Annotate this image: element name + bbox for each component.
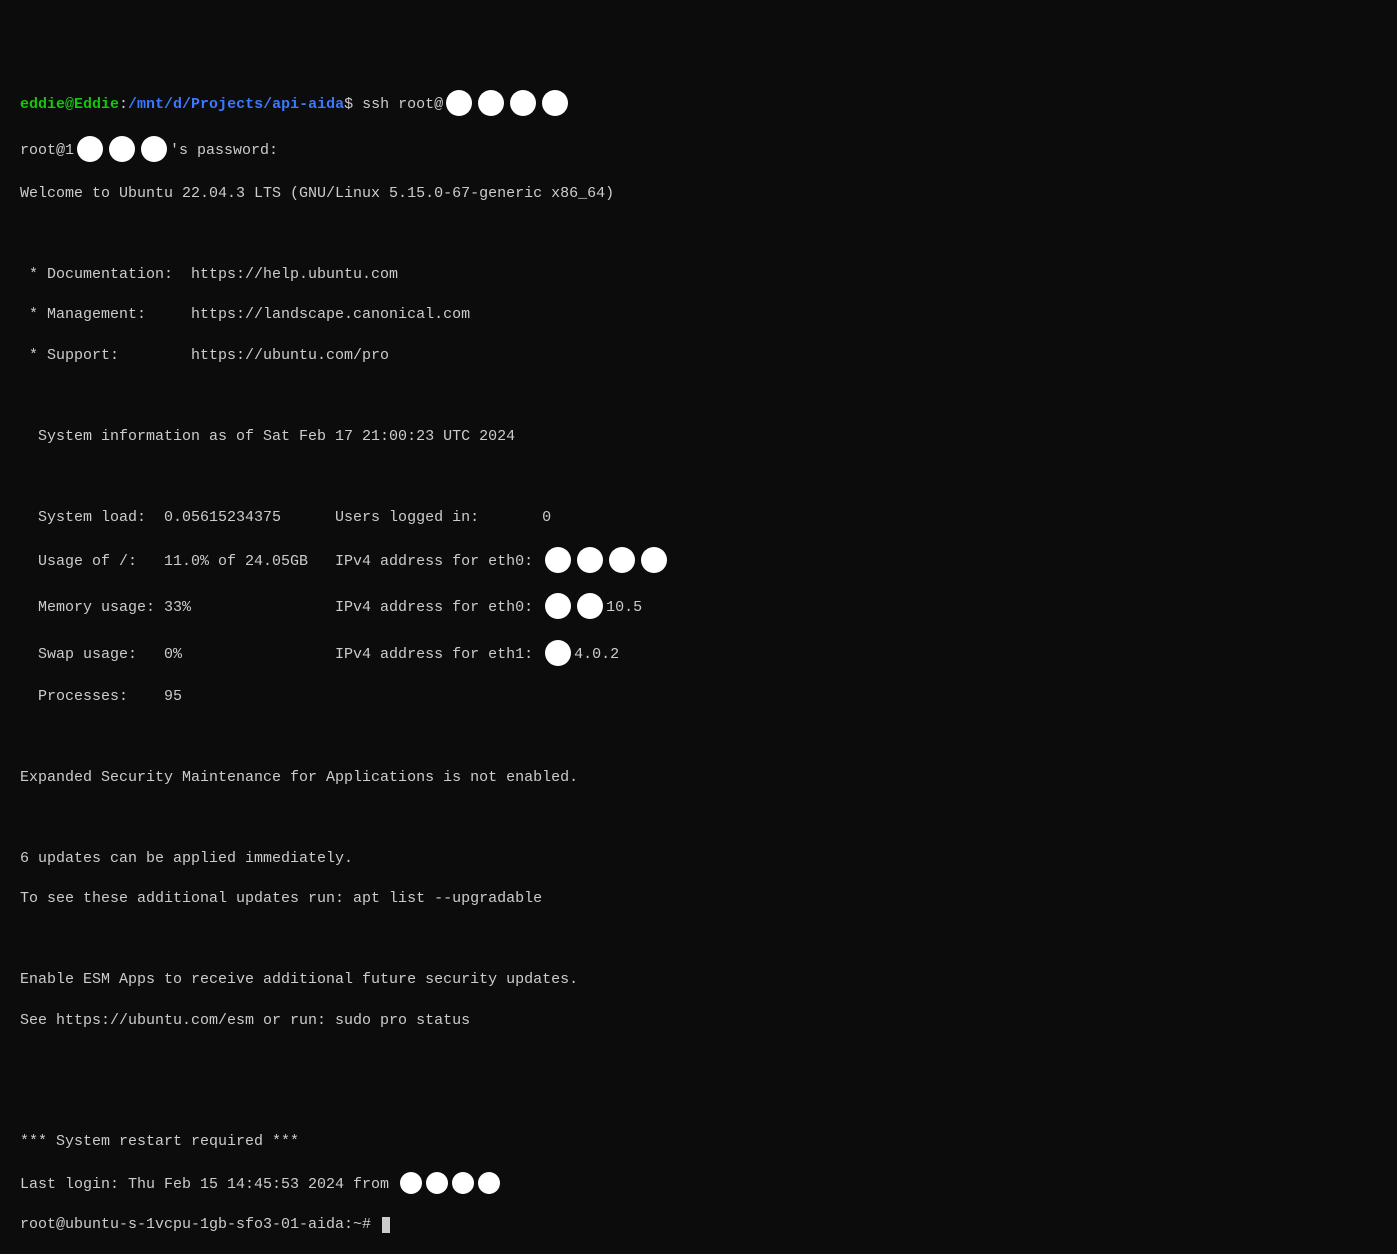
blank bbox=[20, 1051, 1377, 1071]
shell-prompt-line[interactable]: root@ubuntu-s-1vcpu-1gb-sfo3-01-aida:~# bbox=[20, 1215, 1377, 1235]
prompt-user: eddie@Eddie bbox=[20, 96, 119, 113]
blank bbox=[20, 727, 1377, 747]
redacted-ip-icon bbox=[542, 547, 670, 573]
redacted-host-icon bbox=[74, 136, 170, 162]
doc-link-line: * Documentation: https://help.ubuntu.com bbox=[20, 265, 1377, 285]
sysinfo-header: System information as of Sat Feb 17 21:0… bbox=[20, 427, 1377, 447]
blank bbox=[20, 930, 1377, 950]
esm-see-line: See https://ubuntu.com/esm or run: sudo … bbox=[20, 1011, 1377, 1031]
support-link-line: * Support: https://ubuntu.com/pro bbox=[20, 346, 1377, 366]
password-prompt-line: root@1's password: bbox=[20, 137, 1377, 163]
restart-required-line: *** System restart required *** bbox=[20, 1132, 1377, 1152]
ssh-cmd: ssh root@ bbox=[353, 96, 443, 113]
mgmt-link-line: * Management: https://landscape.canonica… bbox=[20, 305, 1377, 325]
updates-hint-line: To see these additional updates run: apt… bbox=[20, 889, 1377, 909]
sys-load-line: System load: 0.05615234375 Users logged … bbox=[20, 508, 1377, 528]
prompt-dollar: $ bbox=[344, 96, 353, 113]
ssh-command-line: eddie@Eddie:/mnt/d/Projects/api-aida$ ss… bbox=[20, 91, 1377, 117]
esm-line: Expanded Security Maintenance for Applic… bbox=[20, 768, 1377, 788]
prompt-path: /mnt/d/Projects/api-aida bbox=[128, 96, 344, 113]
blank bbox=[20, 467, 1377, 487]
terminal-output[interactable]: eddie@Eddie:/mnt/d/Projects/api-aida$ ss… bbox=[20, 91, 1377, 1254]
last-login-line: Last login: Thu Feb 15 14:45:53 2024 fro… bbox=[20, 1173, 1377, 1195]
welcome-line: Welcome to Ubuntu 22.04.3 LTS (GNU/Linux… bbox=[20, 184, 1377, 204]
redacted-ip-icon bbox=[398, 1172, 502, 1194]
sys-mem-line: Memory usage: 33% IPv4 address for eth0:… bbox=[20, 594, 1377, 620]
cursor-icon bbox=[382, 1217, 390, 1233]
redacted-ip-icon bbox=[443, 90, 571, 116]
blank bbox=[20, 386, 1377, 406]
blank bbox=[20, 224, 1377, 244]
prompt-sep: : bbox=[119, 96, 128, 113]
sys-proc-line: Processes: 95 bbox=[20, 687, 1377, 707]
updates-line: 6 updates can be applied immediately. bbox=[20, 849, 1377, 869]
blank bbox=[20, 1092, 1377, 1112]
shell-prompt: root@ubuntu-s-1vcpu-1gb-sfo3-01-aida:~# bbox=[20, 1216, 380, 1233]
sys-usage-line: Usage of /: 11.0% of 24.05GB IPv4 addres… bbox=[20, 548, 1377, 574]
sys-swap-line: Swap usage: 0% IPv4 address for eth1: 4.… bbox=[20, 641, 1377, 667]
redacted-ip-icon bbox=[542, 593, 606, 619]
blank bbox=[20, 808, 1377, 828]
redacted-ip-icon bbox=[542, 640, 574, 666]
esm-enable-line: Enable ESM Apps to receive additional fu… bbox=[20, 970, 1377, 990]
